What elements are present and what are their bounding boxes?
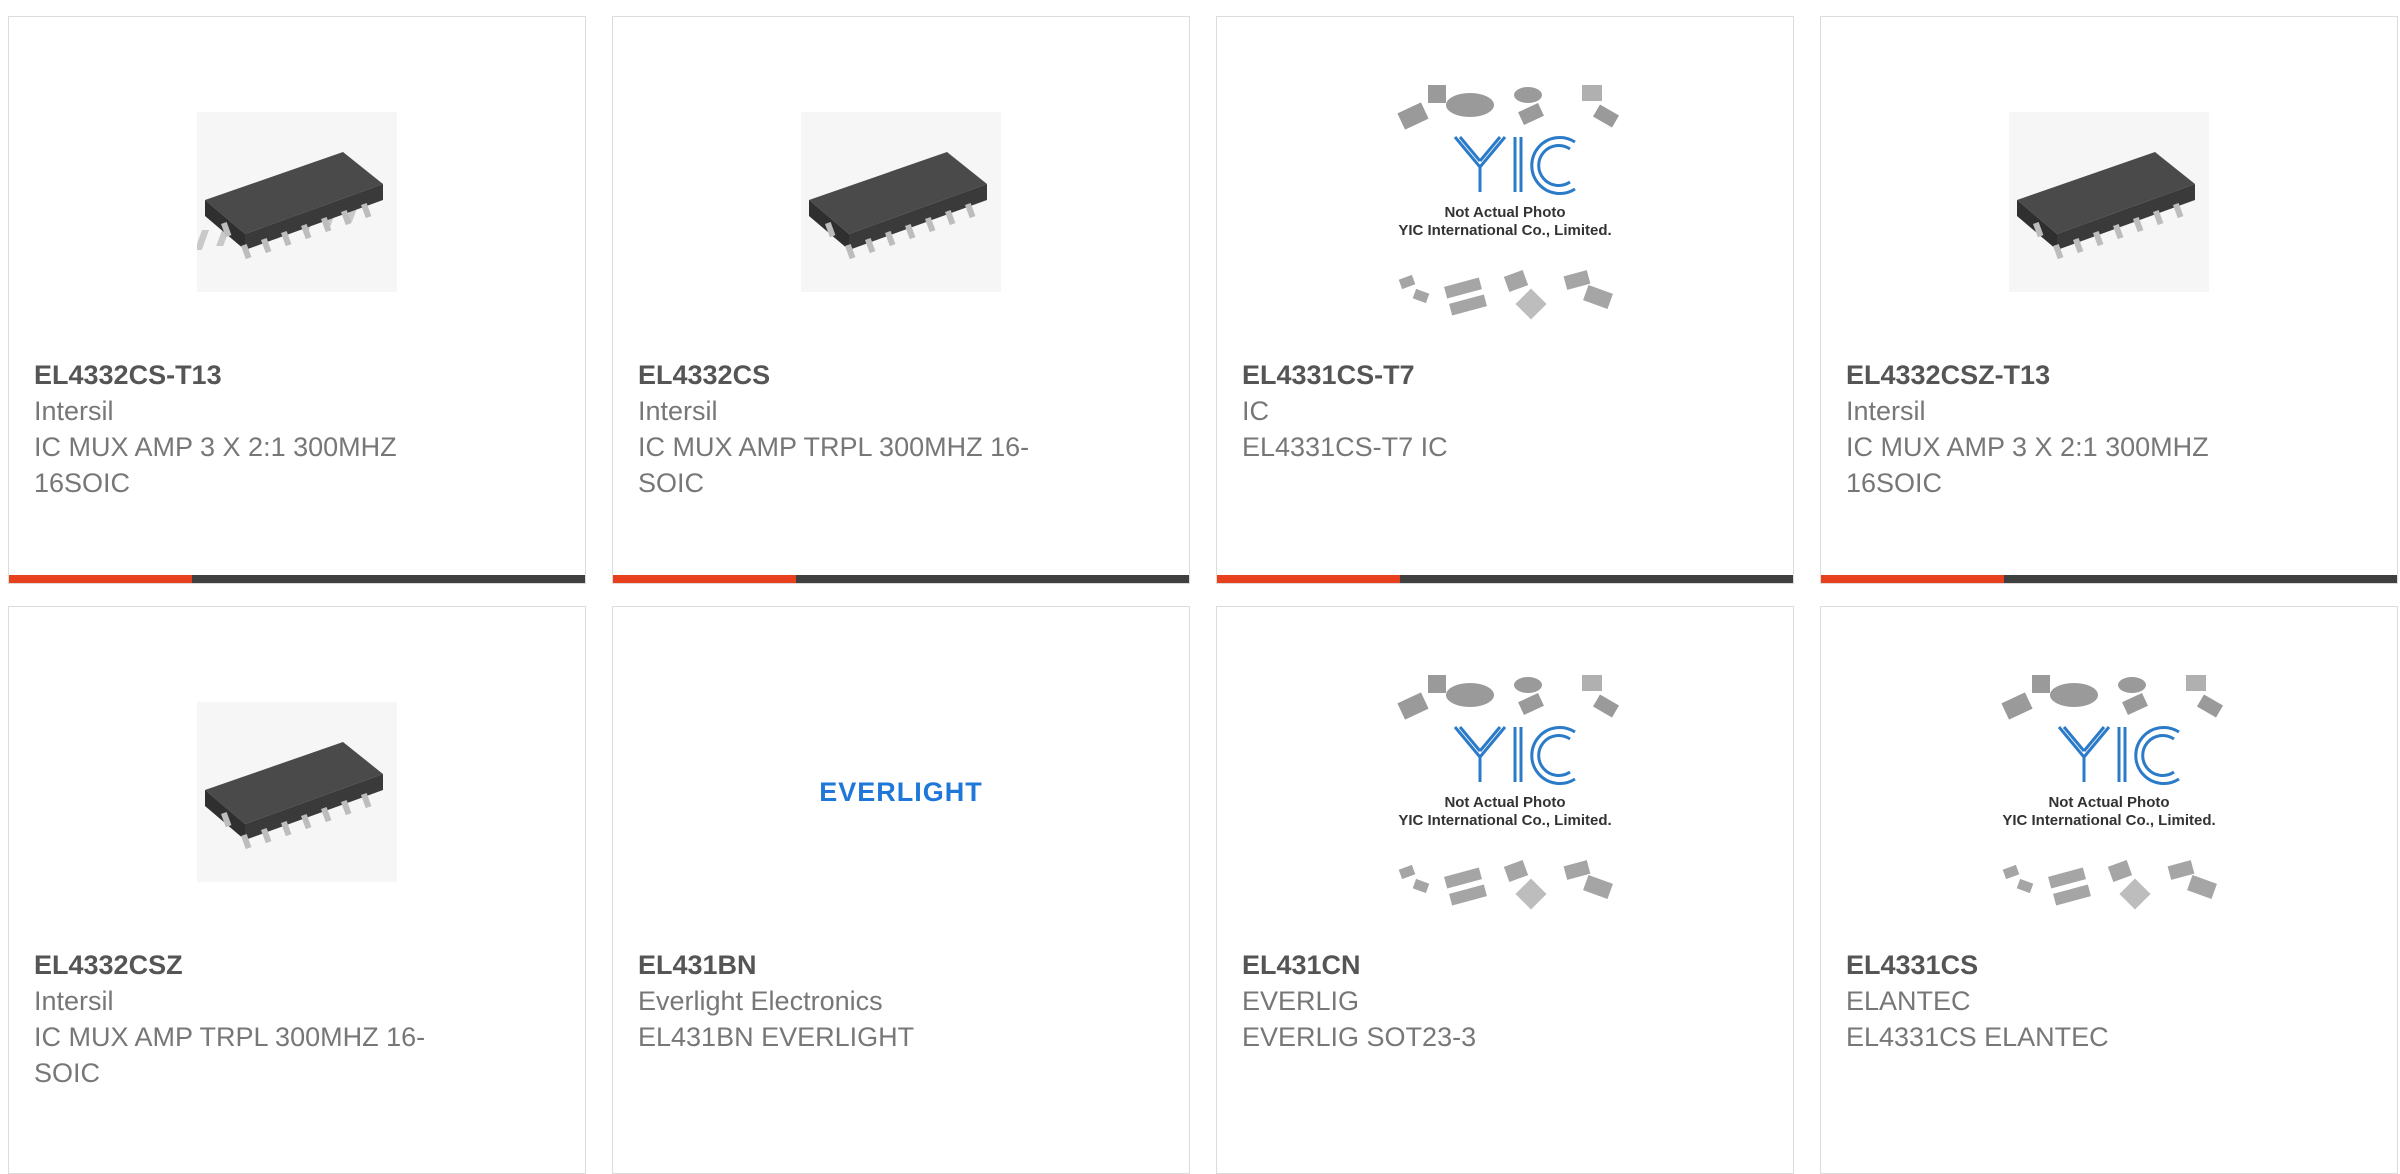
product-info: EL4332CS-T13 Intersil IC MUX AMP 3 X 2:1… [34,357,464,501]
yic-placeholder-icon: Not Actual Photo YIC International Co., … [1397,85,1620,320]
description: IC MUX AMP TRPL 300MHZ 16-SOIC [638,432,1030,498]
manufacturer: Intersil [34,986,114,1016]
product-card[interactable]: EVERLIGHT EL431BN Everlight Electronics … [612,606,1190,1174]
placeholder-line2: YIC International Co., Limited. [1398,812,1611,829]
part-number[interactable]: EL431CN [1242,947,1672,983]
product-image[interactable]: Not Actual Photo YIC International Co., … [1217,667,1793,917]
card-bottom-bar [613,575,1189,583]
manufacturer: ELANTEC [1846,986,1971,1016]
product-image[interactable] [9,77,585,327]
description: IC MUX AMP 3 X 2:1 300MHZ 16SOIC [34,432,397,498]
description: EL4331CS ELANTEC [1846,1022,2109,1052]
placeholder-line1: Not Actual Photo [1444,204,1565,221]
product-info: EL4332CSZ-T13 Intersil IC MUX AMP 3 X 2:… [1846,357,2276,501]
card-accent-bar [1821,575,2004,583]
card-accent-bar [613,575,796,583]
product-card[interactable]: Not Actual Photo YIC International Co., … [1820,606,2398,1174]
product-card[interactable]: EL4332CSZ-T13 Intersil IC MUX AMP 3 X 2:… [1820,16,2398,584]
manufacturer: EVERLIG [1242,986,1360,1016]
product-card[interactable]: EL4332CS Intersil IC MUX AMP TRPL 300MHZ… [612,16,1190,584]
description: IC MUX AMP 3 X 2:1 300MHZ 16SOIC [1846,432,2209,498]
card-bottom-bar [9,575,585,583]
product-info: EL4331CS-T7 IC EL4331CS-T7 IC [1242,357,1672,465]
product-image[interactable] [613,77,1189,327]
product-info: EL4332CSZ Intersil IC MUX AMP TRPL 300MH… [34,947,464,1091]
placeholder-line1: Not Actual Photo [2048,794,2169,811]
product-info: EL4332CS Intersil IC MUX AMP TRPL 300MHZ… [638,357,1068,501]
soic-chip-icon [2009,112,2209,292]
product-card[interactable]: EL4332CSZ Intersil IC MUX AMP TRPL 300MH… [8,606,586,1174]
part-number[interactable]: EL431BN [638,947,1068,983]
product-info: EL431BN Everlight Electronics EL431BN EV… [638,947,1068,1055]
soic-chip-icon [801,112,1001,292]
yic-placeholder-icon: Not Actual Photo YIC International Co., … [2001,675,2224,910]
part-number[interactable]: EL4331CS-T7 [1242,357,1672,393]
part-number[interactable]: EL4332CSZ-T13 [1846,357,2276,393]
product-image[interactable] [9,667,585,917]
product-info: EL4331CS ELANTEC EL4331CS ELANTEC [1846,947,2276,1055]
description: EVERLIG SOT23-3 [1242,1022,1477,1052]
card-accent-bar [9,575,192,583]
description: IC MUX AMP TRPL 300MHZ 16-SOIC [34,1022,426,1088]
manufacturer: Everlight Electronics [638,986,883,1016]
soic-chip-icon [197,112,397,292]
card-bottom-bar [1821,575,2397,583]
product-card[interactable]: Not Actual Photo YIC International Co., … [1216,606,1794,1174]
manufacturer: Intersil [34,396,114,426]
product-card[interactable]: Not Actual Photo YIC International Co., … [1216,16,1794,584]
product-info: EL431CN EVERLIG EVERLIG SOT23-3 [1242,947,1672,1055]
placeholder-line2: YIC International Co., Limited. [1398,222,1611,239]
card-bottom-bar [1217,575,1793,583]
product-card[interactable]: EL4332CS-T13 Intersil IC MUX AMP 3 X 2:1… [8,16,586,584]
manufacturer: IC [1242,396,1269,426]
manufacturer: Intersil [1846,396,1926,426]
yic-placeholder-icon: Not Actual Photo YIC International Co., … [1397,675,1620,910]
placeholder-line1: Not Actual Photo [1444,794,1565,811]
card-accent-bar [1217,575,1400,583]
description: EL431BN EVERLIGHT [638,1022,915,1052]
part-number[interactable]: EL4332CSZ [34,947,464,983]
product-grid: EL4332CS-T13 Intersil IC MUX AMP 3 X 2:1… [8,16,2398,1174]
product-image[interactable] [1821,77,2397,327]
placeholder-line2: YIC International Co., Limited. [2002,812,2215,829]
everlight-logo: EVERLIGHT [819,776,983,807]
product-image[interactable]: EVERLIGHT [613,667,1189,917]
product-image[interactable]: Not Actual Photo YIC International Co., … [1217,77,1793,327]
manufacturer: Intersil [638,396,718,426]
part-number[interactable]: EL4332CS-T13 [34,357,464,393]
soic-chip-icon [197,702,397,882]
description: EL4331CS-T7 IC [1242,432,1448,462]
product-image[interactable]: Not Actual Photo YIC International Co., … [1821,667,2397,917]
part-number[interactable]: EL4331CS [1846,947,2276,983]
part-number[interactable]: EL4332CS [638,357,1068,393]
